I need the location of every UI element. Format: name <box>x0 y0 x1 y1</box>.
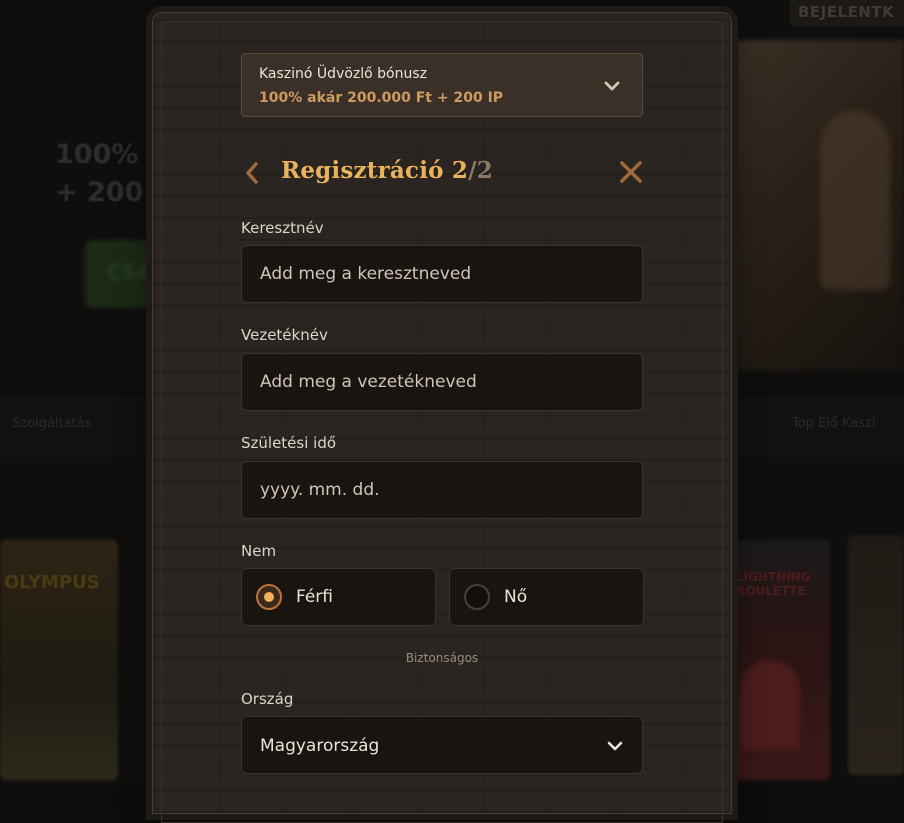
first-name-label: Keresztnév <box>241 219 324 237</box>
gender-option-female[interactable]: Nő <box>449 568 644 626</box>
bonus-title: Kaszinó Üdvözlő bónusz <box>259 66 428 82</box>
first-name-field[interactable] <box>241 245 643 303</box>
close-icon[interactable] <box>619 160 643 184</box>
country-value: Magyarország <box>260 736 380 756</box>
background-game-card <box>848 535 904 775</box>
title-separator: / <box>468 157 477 184</box>
birth-date-input[interactable] <box>242 462 642 518</box>
modal-header: Regisztráció 2/2 <box>241 155 643 191</box>
background-game-card-title: OLYMPUS <box>4 572 100 593</box>
background-game-card-figure <box>740 660 800 750</box>
country-select[interactable]: Magyarország <box>241 716 643 774</box>
background-login-label: BEJELENTK <box>798 3 895 21</box>
title-step: Regisztráció 2 <box>281 157 469 184</box>
registration-modal: Kaszinó Üdvözlő bónusz 100% akár 200.000… <box>152 12 732 823</box>
last-name-field[interactable] <box>241 353 643 411</box>
radio-selected-icon <box>256 584 282 610</box>
title-total: 2 <box>476 157 493 184</box>
chevron-down-icon <box>607 741 623 751</box>
background-promo-line2: + 200 <box>55 177 144 208</box>
birth-date-label: Születési idő <box>241 434 337 452</box>
bonus-subtitle: 100% akár 200.000 Ft + 200 IP <box>259 90 504 106</box>
country-label: Ország <box>241 690 294 708</box>
gender-option-label: Férfi <box>296 587 334 607</box>
background-strip-right: Top Élő Kaszi <box>792 416 876 431</box>
page-title: Regisztráció 2/2 <box>281 157 493 184</box>
gender-option-label: Nő <box>504 587 528 607</box>
background-strip-left: Szolgáltatás <box>12 416 92 431</box>
first-name-input[interactable] <box>242 246 642 302</box>
secure-note: Biztonságos <box>405 651 479 665</box>
background-promo-line1: 100% a <box>55 139 167 170</box>
last-name-input[interactable] <box>242 354 642 410</box>
background-game-card-title: LIGHTNING ROULETTE <box>736 570 811 598</box>
background-promo-text: 100% a + 200 <box>55 136 166 212</box>
gender-label: Nem <box>241 542 277 560</box>
background-hero-figure <box>820 110 890 290</box>
gender-option-male[interactable]: Férfi <box>241 568 436 626</box>
background-login-button: BEJELENTK <box>790 0 904 26</box>
chevron-left-icon[interactable] <box>241 161 265 185</box>
last-name-label: Vezetéknév <box>241 326 328 344</box>
radio-unselected-icon <box>464 584 490 610</box>
chevron-down-icon <box>604 81 620 91</box>
background-cta-label: CSA <box>107 260 152 284</box>
birth-date-field[interactable] <box>241 461 643 519</box>
bonus-selector[interactable]: Kaszinó Üdvözlő bónusz 100% akár 200.000… <box>241 53 643 117</box>
